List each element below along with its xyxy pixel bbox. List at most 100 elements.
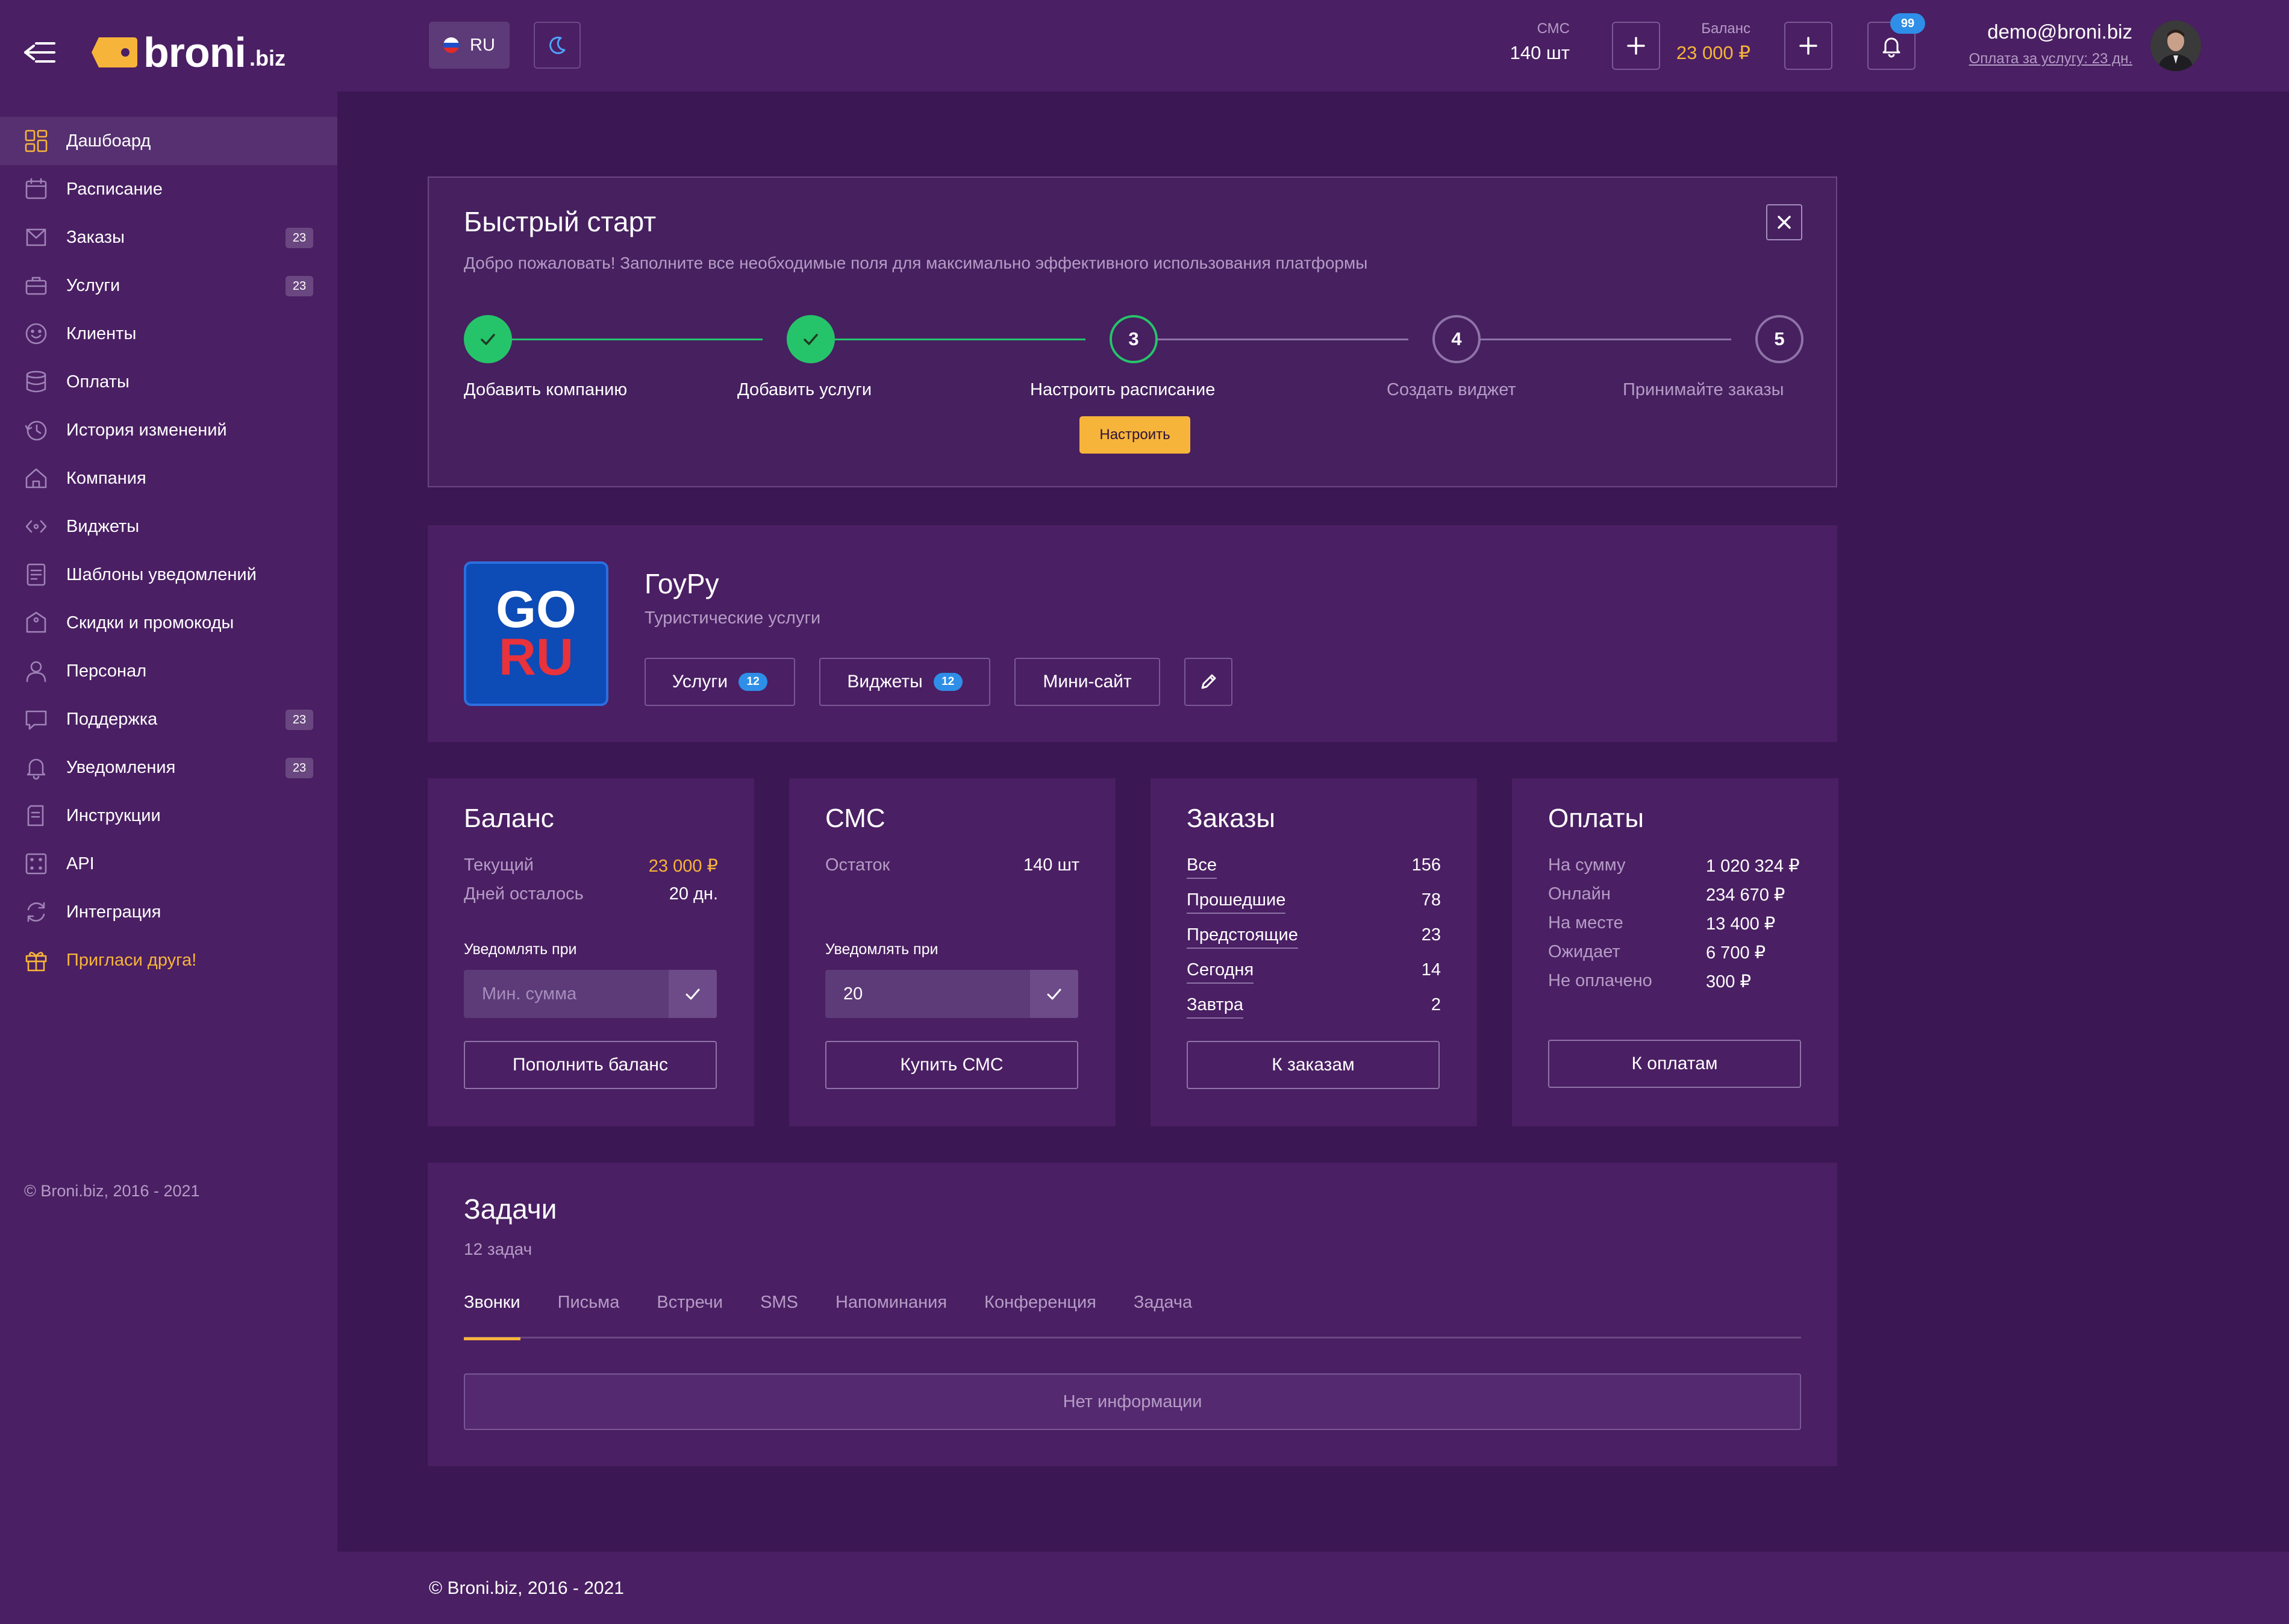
notifications-badge: 99	[1890, 13, 1925, 34]
balance-min-amount-input[interactable]: Мин. сумма	[464, 984, 669, 1004]
balance-notify-confirm-button[interactable]	[669, 970, 717, 1018]
sidebar-item-notifications[interactable]: Уведомления 23	[0, 743, 337, 792]
step-5-label: Принимайте заказы	[1623, 380, 1784, 399]
balance-notify-label: Уведомлять при	[464, 941, 577, 958]
language-switcher[interactable]: RU	[429, 22, 510, 69]
sidebar-copyright: © Broni.biz, 2016 - 2021	[24, 1182, 200, 1200]
tab-emails[interactable]: Письма	[558, 1293, 620, 1338]
sidebar-item-history[interactable]: История изменений	[0, 406, 337, 454]
orders-all-label: Все	[1187, 855, 1217, 879]
orders-row-upcoming[interactable]: Предстоящие 23	[1187, 925, 1441, 949]
sidebar-item-invite-friend[interactable]: Пригласи друга!	[0, 936, 337, 984]
tab-meetings[interactable]: Встречи	[657, 1293, 723, 1338]
quickstart-title: Быстрый старт	[464, 206, 657, 237]
orders-card: Заказы Все 156 Прошедшие 78 Предстоящие …	[1151, 778, 1477, 1126]
company-card: GO RU ГоуРу Туристические услуги Услуги …	[428, 525, 1837, 742]
check-icon	[481, 334, 495, 345]
sidebar-item-company[interactable]: Компания	[0, 454, 337, 502]
sidebar-item-staff[interactable]: Персонал	[0, 647, 337, 695]
top-up-balance-button[interactable]: Пополнить баланс	[464, 1041, 717, 1089]
sidebar-item-badge: 23	[286, 710, 313, 730]
template-icon	[23, 561, 49, 588]
sidebar-item-dashboard[interactable]: Дашбоард	[0, 117, 337, 165]
user-avatar[interactable]	[2150, 20, 2201, 71]
brand-tld: .biz	[249, 46, 286, 70]
go-to-payments-button[interactable]: К оплатам	[1548, 1040, 1801, 1088]
sidebar-item-clients[interactable]: Клиенты	[0, 310, 337, 358]
balance-notify-group: Мин. сумма	[464, 970, 717, 1018]
buy-sms-button[interactable]: Купить СМС	[825, 1041, 1078, 1089]
payments-row-unpaid: Не оплачено 300 ₽	[1548, 971, 1802, 992]
sidebar-item-payments[interactable]: Оплаты	[0, 358, 337, 406]
tab-sms[interactable]: SMS	[760, 1293, 798, 1338]
payments-pending-value: 6 700 ₽	[1706, 943, 1766, 963]
payments-card-title: Оплаты	[1548, 804, 1644, 833]
check-icon	[1047, 988, 1061, 1000]
sidebar-item-widgets[interactable]: Виджеты	[0, 502, 337, 551]
add-balance-button[interactable]	[1784, 22, 1832, 70]
orders-upcoming-value: 23	[1421, 925, 1441, 945]
bell-icon	[1882, 37, 1900, 58]
orders-row-today[interactable]: Сегодня 14	[1187, 960, 1441, 984]
theme-toggle-button[interactable]	[534, 22, 581, 69]
sms-notify-label: Уведомлять при	[825, 941, 938, 958]
company-logo-line2: RU	[498, 628, 574, 686]
payments-row-online: Онлайн 234 670 ₽	[1548, 884, 1802, 905]
company-services-button[interactable]: Услуги 12	[645, 658, 795, 706]
company-widgets-button[interactable]: Виджеты 12	[819, 658, 990, 706]
plus-icon	[1799, 37, 1817, 55]
quickstart-close-button[interactable]	[1766, 204, 1802, 240]
sidebar-item-label: Пригласи друга!	[66, 950, 197, 970]
edit-company-button[interactable]	[1184, 658, 1232, 706]
user-payment-link[interactable]: Оплата за услугу: 23 дн.	[1969, 51, 2132, 67]
tab-conference[interactable]: Конференция	[984, 1293, 1096, 1338]
company-widgets-badge: 12	[933, 673, 963, 691]
payments-online-value: 234 670 ₽	[1706, 885, 1785, 905]
sidebar-item-badge: 23	[286, 228, 313, 248]
tab-reminders[interactable]: Напоминания	[835, 1293, 947, 1338]
company-minisite-label: Мини-сайт	[1043, 672, 1132, 692]
chat-icon	[23, 706, 49, 732]
payments-unpaid-label: Не оплачено	[1548, 971, 1652, 990]
balance-days-row: Дней осталось 20 дн.	[464, 884, 718, 904]
orders-row-past[interactable]: Прошедшие 78	[1187, 890, 1441, 914]
tasks-card: Задачи 12 задач Звонки Письма Встречи SM…	[428, 1163, 1837, 1466]
user-email[interactable]: demo@broni.biz	[1987, 20, 2132, 43]
sidebar-item-notification-templates[interactable]: Шаблоны уведомлений	[0, 551, 337, 599]
orders-all-value: 156	[1411, 855, 1441, 875]
sidebar-item-api[interactable]: API	[0, 840, 337, 888]
setup-schedule-button[interactable]: Настроить	[1079, 416, 1190, 454]
header-sms-stat: СМС 140 шт	[1482, 20, 1570, 64]
go-to-orders-button[interactable]: К заказам	[1187, 1041, 1440, 1089]
plus-icon	[1627, 37, 1645, 55]
orders-today-value: 14	[1421, 960, 1441, 979]
history-icon	[23, 417, 49, 443]
sidebar-item-integration[interactable]: Интеграция	[0, 888, 337, 936]
orders-tomorrow-label: Завтра	[1187, 995, 1243, 1019]
tasks-title: Задачи	[464, 1193, 557, 1225]
sms-notify-confirm-button[interactable]	[1030, 970, 1078, 1018]
sms-threshold-input[interactable]: 20	[825, 984, 1030, 1004]
sidebar-item-schedule[interactable]: Расписание	[0, 165, 337, 213]
sidebar-item-instructions[interactable]: Инструкции	[0, 792, 337, 840]
sidebar-item-orders[interactable]: Заказы 23	[0, 213, 337, 261]
check-icon	[685, 988, 700, 1000]
api-icon	[23, 851, 49, 877]
company-minisite-button[interactable]: Мини-сайт	[1014, 658, 1160, 706]
avatar-image	[2150, 20, 2201, 71]
dashboard-icon	[23, 128, 49, 154]
brand-logo[interactable]: broni .biz	[90, 29, 286, 76]
tab-task[interactable]: Задача	[1134, 1293, 1192, 1338]
step-connector	[488, 339, 763, 340]
collapse-menu-icon[interactable]	[23, 37, 57, 67]
payments-onsite-value: 13 400 ₽	[1706, 914, 1776, 934]
tab-calls[interactable]: Звонки	[464, 1293, 520, 1340]
sidebar-item-discounts[interactable]: Скидки и промокоды	[0, 599, 337, 647]
sidebar-item-services[interactable]: Услуги 23	[0, 261, 337, 310]
header-sms-label: СМС	[1537, 20, 1570, 37]
sidebar-item-support[interactable]: Поддержка 23	[0, 695, 337, 743]
company-logo: GO RU	[464, 561, 608, 706]
orders-row-all[interactable]: Все 156	[1187, 855, 1441, 879]
orders-row-tomorrow[interactable]: Завтра 2	[1187, 995, 1441, 1019]
step-2-label: Добавить услуги	[737, 380, 872, 399]
